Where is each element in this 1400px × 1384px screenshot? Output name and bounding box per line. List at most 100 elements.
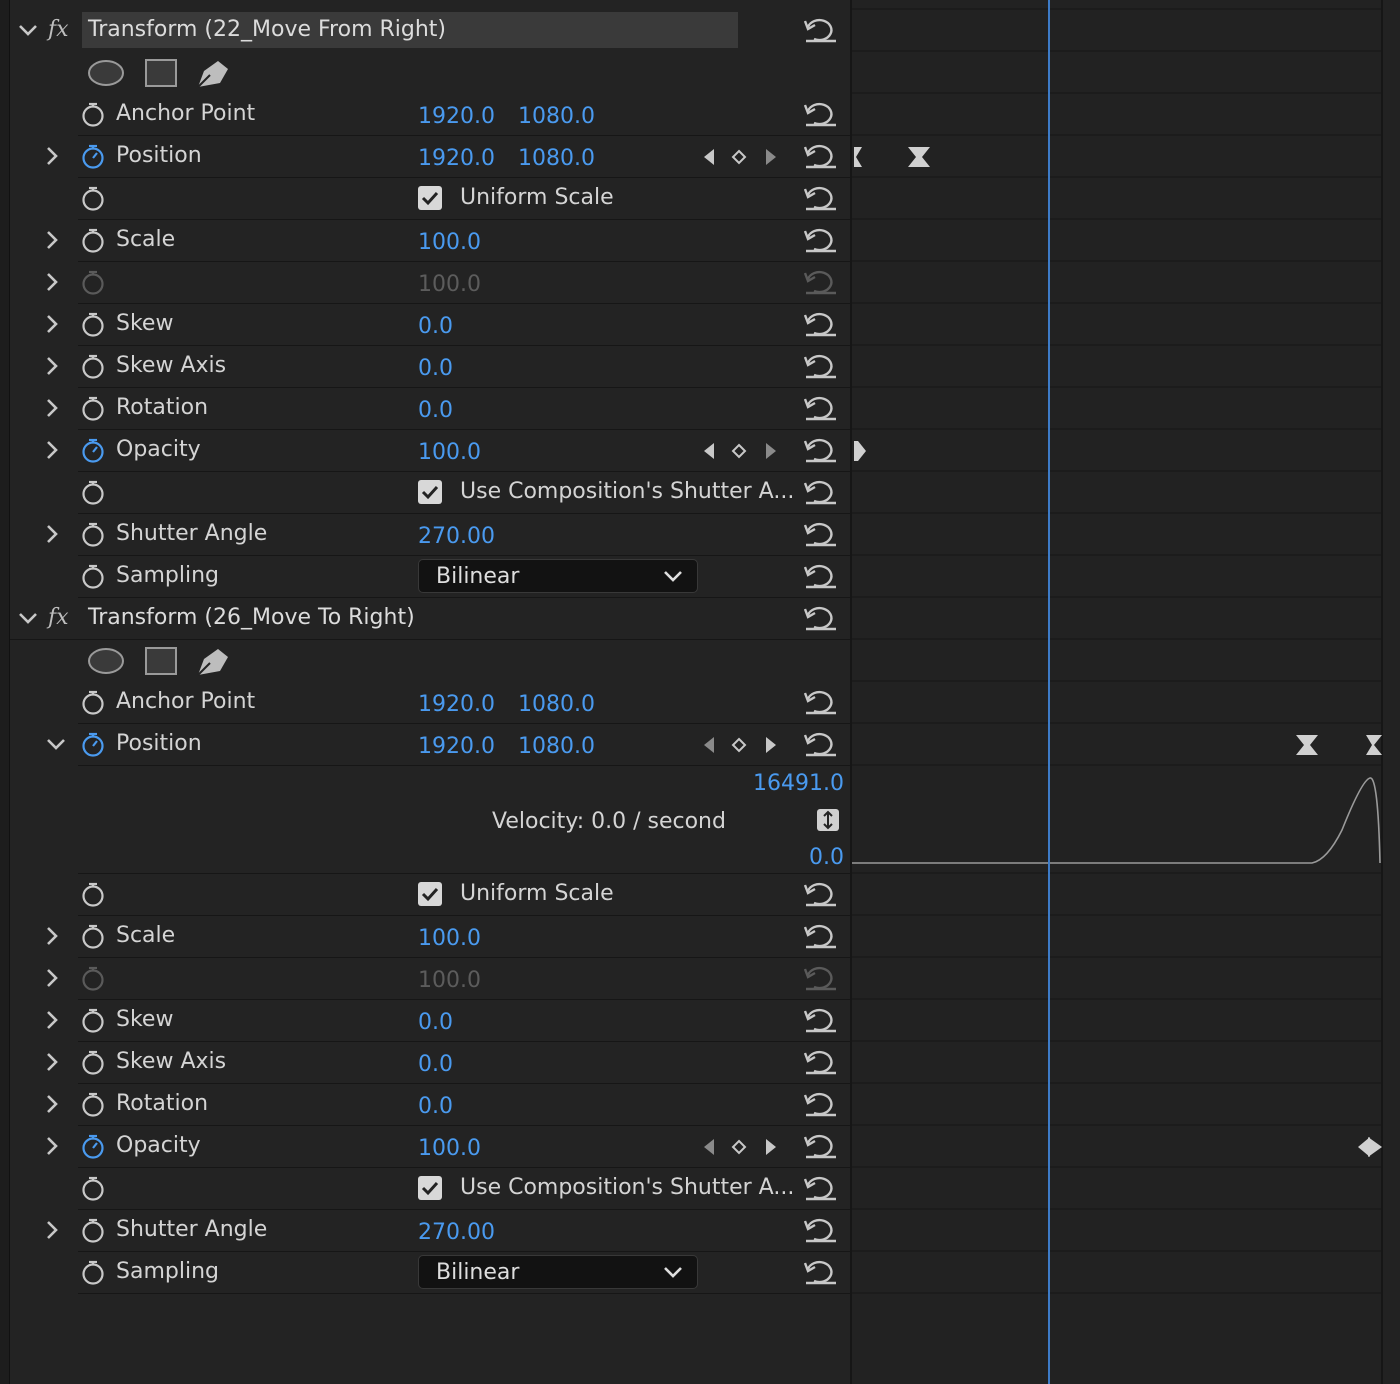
velocity-curve[interactable] (852, 777, 1381, 864)
opacity-value[interactable]: 100.0 (418, 1125, 481, 1167)
effect-header-2[interactable]: fx Transform (26_Move To Right) (0, 597, 850, 639)
reset-icon[interactable] (804, 1175, 838, 1201)
stopwatch-active-icon[interactable] (80, 437, 106, 463)
stopwatch-icon[interactable] (80, 1091, 106, 1117)
chevron-right-icon[interactable] (40, 345, 64, 387)
ellipse-mask-icon[interactable] (88, 60, 124, 86)
reset-icon[interactable] (804, 1217, 838, 1243)
chevron-right-icon[interactable] (40, 513, 64, 555)
add-keyframe-icon[interactable] (731, 443, 747, 459)
stopwatch-icon[interactable] (80, 227, 106, 253)
shutter-angle-value[interactable]: 270.00 (418, 1209, 495, 1251)
stopwatch-icon[interactable] (80, 1175, 106, 1201)
stopwatch-icon[interactable] (80, 923, 106, 949)
shutter-angle-value[interactable]: 270.00 (418, 513, 495, 555)
keyframe-marker[interactable] (908, 147, 930, 167)
reset-icon[interactable] (804, 521, 838, 547)
position-x-value[interactable]: 1920.0 (418, 723, 495, 765)
anchor-y-value[interactable]: 1080.0 (518, 93, 595, 135)
effect-title[interactable]: Transform (26_Move To Right) (82, 600, 415, 636)
chevron-down-icon[interactable] (16, 597, 40, 639)
rectangle-mask-icon[interactable] (145, 59, 177, 87)
uniform-scale-checkbox[interactable] (418, 882, 442, 906)
fx-badge[interactable]: fx (48, 605, 69, 630)
reset-icon[interactable] (804, 311, 838, 337)
sampling-dropdown[interactable]: Bilinear (418, 1255, 698, 1289)
chevron-right-icon[interactable] (40, 303, 64, 345)
stopwatch-icon[interactable] (80, 1259, 106, 1285)
stopwatch-active-icon[interactable] (80, 1133, 106, 1159)
prev-keyframe-icon[interactable] (704, 149, 714, 165)
reset-icon[interactable] (804, 563, 838, 589)
use-comp-shutter-checkbox[interactable] (418, 1176, 442, 1200)
chevron-right-icon[interactable] (40, 915, 64, 957)
stopwatch-active-icon[interactable] (80, 731, 106, 757)
add-keyframe-icon[interactable] (731, 149, 747, 165)
stopwatch-icon[interactable] (80, 1049, 106, 1075)
reset-icon[interactable] (804, 185, 838, 211)
reset-icon[interactable] (804, 1091, 838, 1117)
chevron-down-icon[interactable] (44, 723, 68, 765)
scale-value[interactable]: 100.0 (418, 915, 481, 957)
reset-icon[interactable] (804, 923, 838, 949)
keyframe-marker[interactable] (1366, 735, 1382, 755)
ellipse-mask-icon[interactable] (88, 648, 124, 674)
stopwatch-icon[interactable] (80, 101, 106, 127)
next-keyframe-icon[interactable] (766, 1139, 776, 1155)
rotation-value[interactable]: 0.0 (418, 387, 453, 429)
position-y-value[interactable]: 1080.0 (518, 723, 595, 765)
use-comp-shutter-checkbox[interactable] (418, 480, 442, 504)
keyframe-marker[interactable] (854, 441, 866, 461)
stopwatch-icon[interactable] (80, 311, 106, 337)
reset-icon[interactable] (804, 101, 838, 127)
keyframe-marker[interactable] (1358, 1137, 1382, 1157)
chevron-right-icon[interactable] (40, 135, 64, 177)
stopwatch-icon[interactable] (80, 521, 106, 547)
sampling-dropdown[interactable]: Bilinear (418, 559, 698, 593)
prev-keyframe-icon[interactable] (704, 443, 714, 459)
reset-icon[interactable] (804, 437, 838, 463)
rectangle-mask-icon[interactable] (145, 647, 177, 675)
position-y-value[interactable]: 1080.0 (518, 135, 595, 177)
stopwatch-icon[interactable] (80, 1217, 106, 1243)
chevron-right-icon[interactable] (40, 1041, 64, 1083)
next-keyframe-icon[interactable] (766, 149, 776, 165)
anchor-x-value[interactable]: 1920.0 (418, 93, 495, 135)
velocity-min-value[interactable]: 0.0 (809, 845, 844, 870)
anchor-x-value[interactable]: 1920.0 (418, 681, 495, 723)
chevron-right-icon[interactable] (40, 261, 64, 303)
reset-icon[interactable] (804, 1259, 838, 1285)
reset-icon[interactable] (804, 479, 838, 505)
reset-icon[interactable] (804, 395, 838, 421)
reset-icon[interactable] (804, 731, 838, 757)
chevron-right-icon[interactable] (40, 999, 64, 1041)
chevron-right-icon[interactable] (40, 429, 64, 471)
add-keyframe-icon[interactable] (731, 1139, 747, 1155)
velocity-max-value[interactable]: 16491.0 (753, 771, 844, 796)
reset-icon[interactable] (804, 227, 838, 253)
reset-icon[interactable] (804, 1007, 838, 1033)
stopwatch-icon[interactable] (80, 1007, 106, 1033)
stopwatch-icon[interactable] (80, 881, 106, 907)
playhead[interactable] (1048, 0, 1050, 1384)
chevron-right-icon[interactable] (40, 1125, 64, 1167)
reset-icon[interactable] (804, 881, 838, 907)
keyframe-marker[interactable] (1296, 735, 1318, 755)
pen-mask-icon[interactable] (197, 649, 228, 676)
fx-badge[interactable]: fx (48, 17, 69, 42)
stopwatch-icon[interactable] (80, 185, 106, 211)
stopwatch-active-icon[interactable] (80, 143, 106, 169)
chevron-right-icon[interactable] (40, 957, 64, 999)
reset-icon[interactable] (804, 353, 838, 379)
position-x-value[interactable]: 1920.0 (418, 135, 495, 177)
reset-icon[interactable] (804, 1133, 838, 1159)
chevron-right-icon[interactable] (40, 387, 64, 429)
stopwatch-icon[interactable] (80, 395, 106, 421)
graph-scale-icon[interactable] (816, 808, 840, 832)
rotation-value[interactable]: 0.0 (418, 1083, 453, 1125)
scale-value[interactable]: 100.0 (418, 219, 481, 261)
keyframe-marker[interactable] (854, 147, 862, 167)
add-keyframe-icon[interactable] (731, 737, 747, 753)
anchor-y-value[interactable]: 1080.0 (518, 681, 595, 723)
skew-value[interactable]: 0.0 (418, 999, 453, 1041)
